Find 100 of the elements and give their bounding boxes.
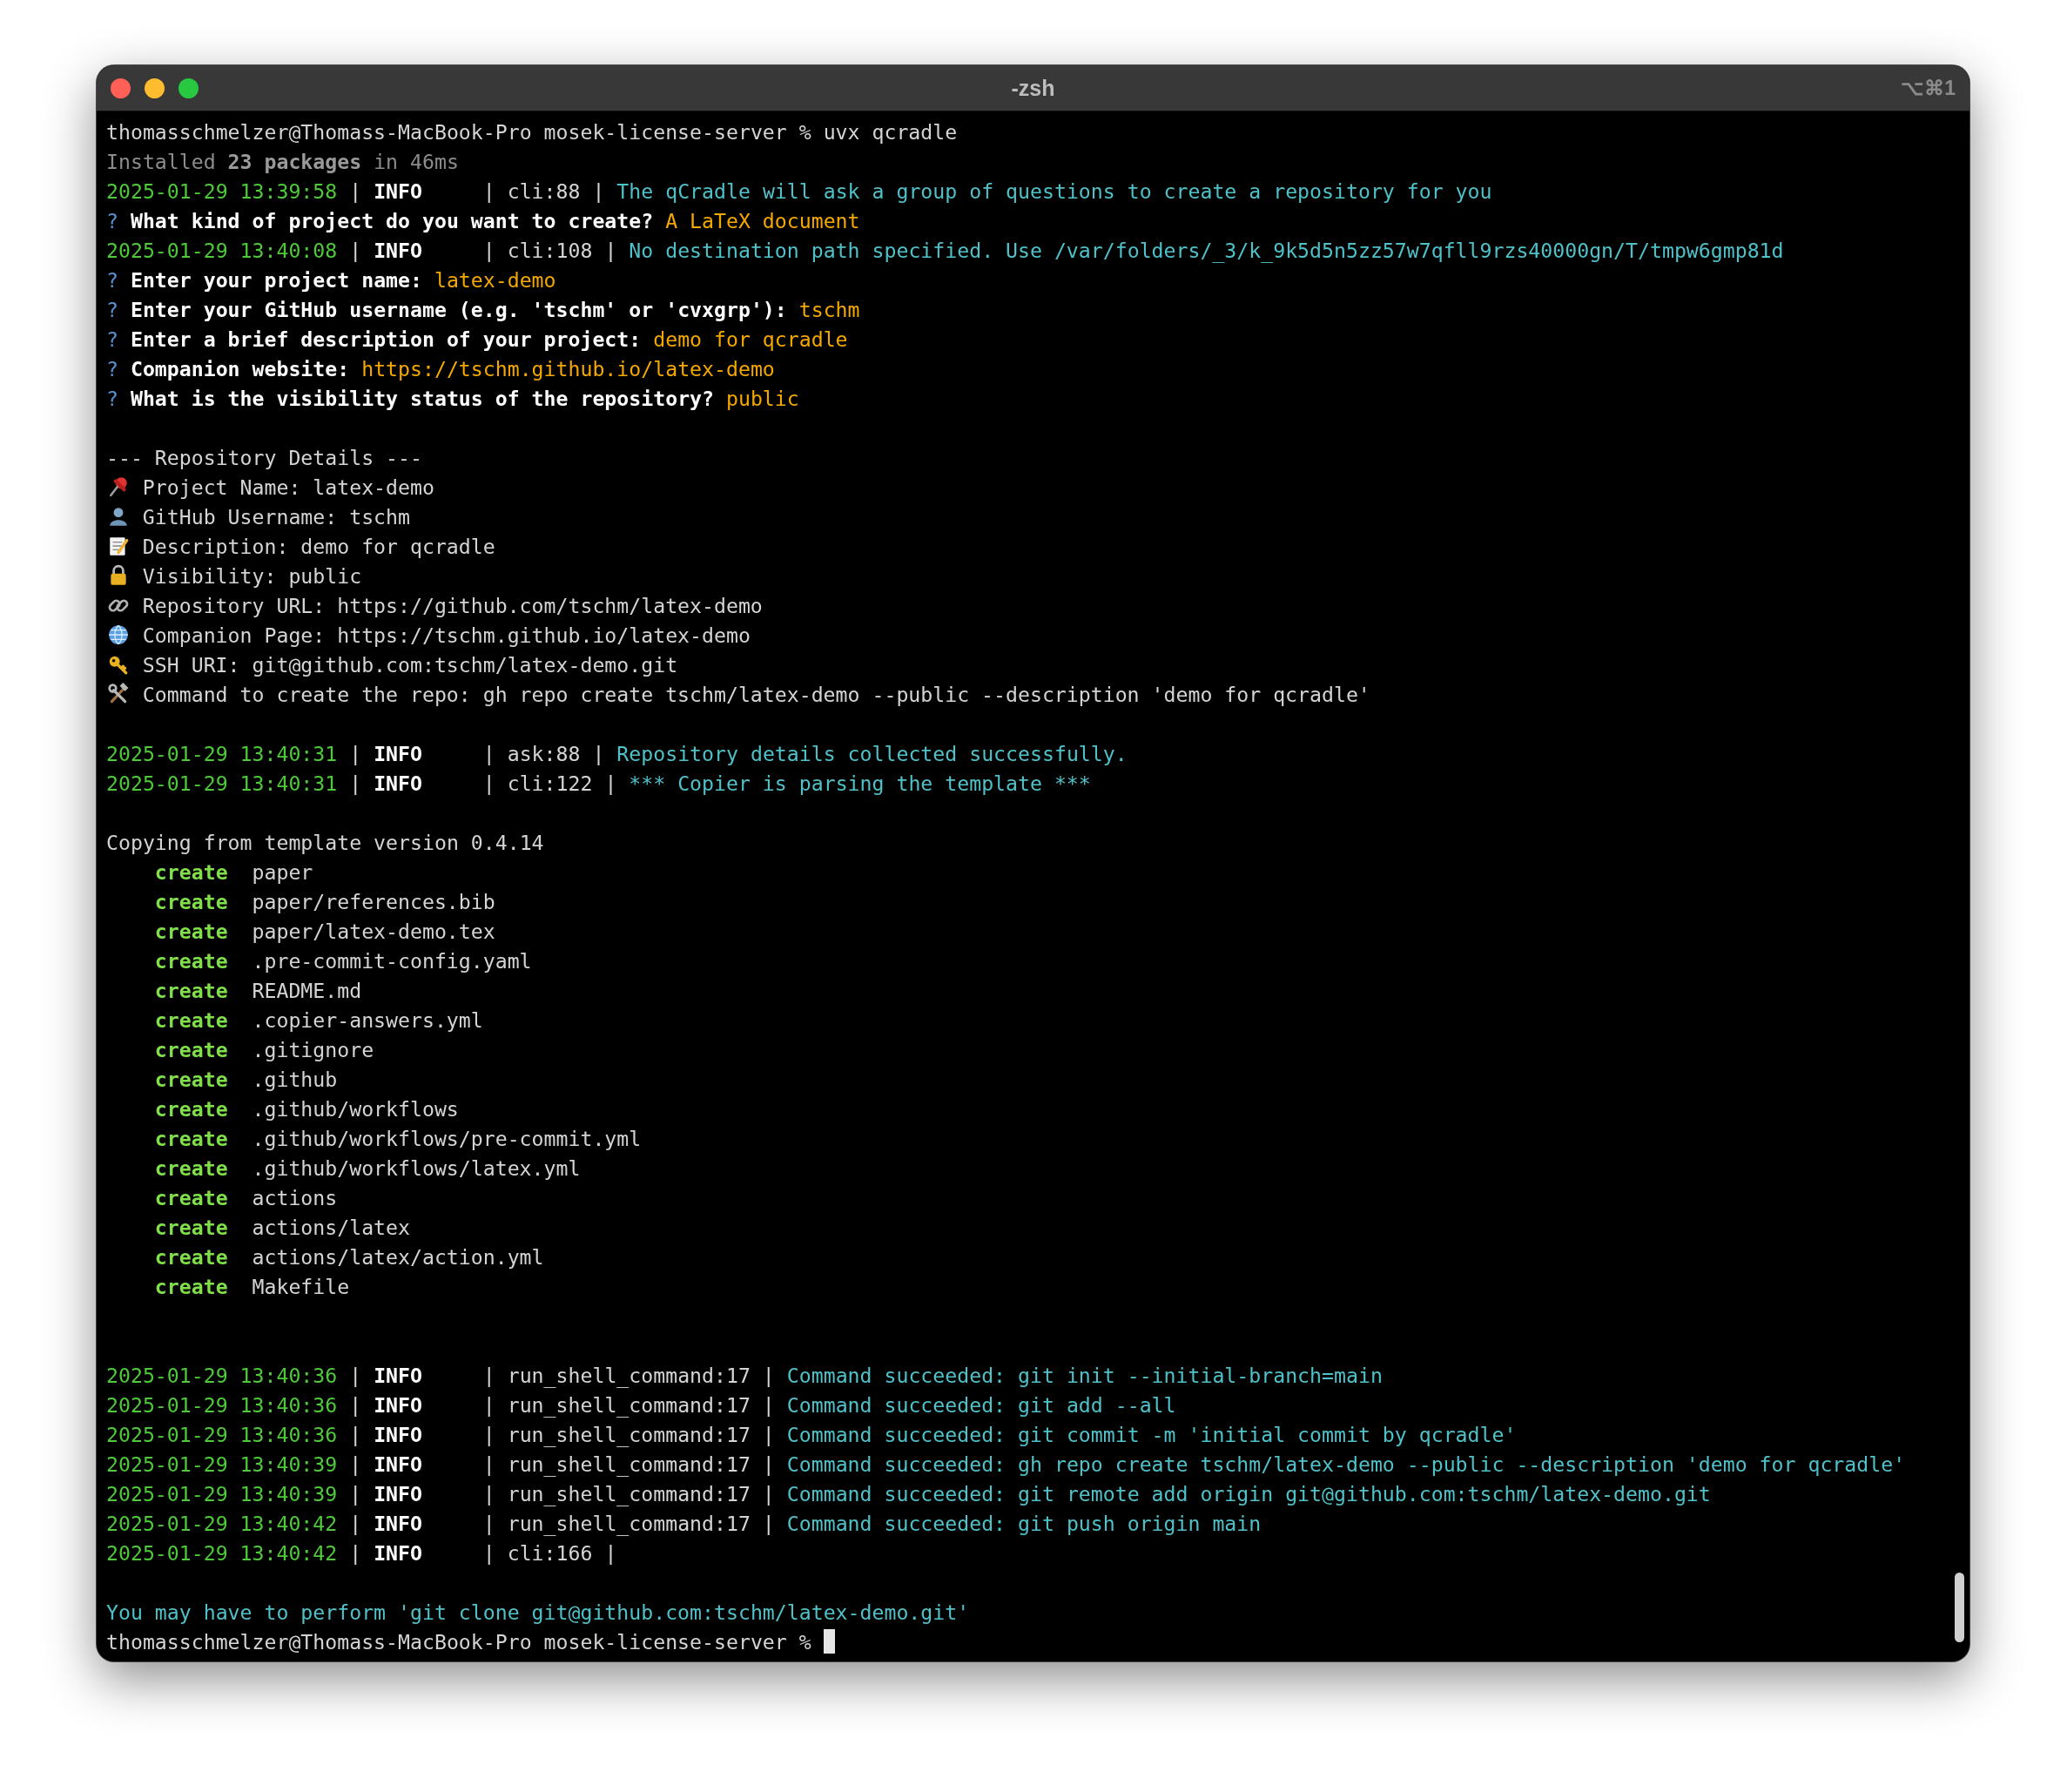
terminal-text: | run_shell_command:17 | — [481, 1392, 776, 1417]
terminal-text: Description: demo for qcradle — [142, 534, 495, 558]
globe-icon — [106, 623, 130, 646]
file-path: actions/latex — [252, 1215, 410, 1239]
terminal-text: Copying from template version 0.4.14 — [106, 830, 544, 854]
prompt-marker: ? — [106, 327, 118, 351]
file-path: .copier-answers.yml — [252, 1007, 483, 1032]
log-timestamp: 2025-01-29 13:40:36 — [106, 1422, 338, 1446]
tools-icon — [106, 683, 130, 705]
prompt-question: What kind of project do you want to create? — [129, 208, 655, 232]
terminal-text: | run_shell_command:17 | — [481, 1511, 776, 1535]
prompt-question: Companion website: — [129, 356, 351, 381]
create-label: create — [154, 1185, 228, 1209]
prompt-question: What is the visibility status of the repository? — [129, 386, 715, 410]
log-level: INFO — [374, 1511, 422, 1535]
terminal-text: | — [348, 1511, 363, 1535]
terminal-text: GitHub Username: tschm — [142, 504, 410, 529]
terminal-text: | — [348, 179, 363, 203]
prompt-marker: ? — [106, 356, 118, 381]
create-label: create — [154, 1215, 228, 1239]
terminal-text: | run_shell_command:17 | — [481, 1481, 776, 1506]
file-path: paper/references.bib — [252, 889, 495, 913]
create-label: create — [154, 1096, 228, 1121]
zoom-button[interactable] — [178, 77, 199, 98]
log-timestamp: 2025-01-29 13:40:39 — [106, 1452, 338, 1476]
terminal-text: in 46ms — [373, 149, 459, 173]
prompt-marker: ? — [106, 208, 118, 232]
file-path: README.md — [252, 978, 362, 1002]
file-path: actions — [252, 1185, 338, 1209]
terminal-text: | cli:166 | — [481, 1540, 617, 1565]
log-level: INFO — [374, 1481, 422, 1506]
file-path: Makefile — [252, 1274, 350, 1298]
log-message: Command succeeded: gh repo create tschm/latex-demo --public --description 'demo for qcradle' — [786, 1452, 1906, 1476]
log-message: You may have to perform 'git clone git@github.com:tschm/latex-demo.git' — [106, 1600, 970, 1624]
terminal-text: | run_shell_command:17 | — [481, 1422, 776, 1446]
log-message: Command succeeded: git commit -m 'initial commit by qcradle' — [786, 1422, 1517, 1446]
prompt-answer: tschm — [798, 297, 860, 321]
log-timestamp: 2025-01-29 13:40:42 — [106, 1540, 338, 1565]
log-timestamp: 2025-01-29 13:40:08 — [106, 238, 338, 262]
terminal-text: SSH URI: git@github.com:tschm/latex-demo.git — [142, 652, 678, 677]
close-button[interactable] — [111, 77, 131, 98]
prompt-question: Enter your project name: — [129, 267, 423, 292]
log-level: INFO — [374, 771, 422, 795]
log-level: INFO — [374, 1540, 422, 1565]
terminal-text: | cli:122 | — [481, 771, 618, 795]
terminal-text: | — [348, 238, 363, 262]
terminal-text: | — [348, 1392, 363, 1417]
log-level: INFO — [374, 1392, 422, 1417]
create-label: create — [154, 1037, 228, 1061]
create-label: create — [154, 889, 228, 913]
log-message: Command succeeded: git remote add origin git@github.com:tschm/latex-demo.git — [786, 1481, 1711, 1506]
log-timestamp: 2025-01-29 13:40:36 — [106, 1392, 338, 1417]
create-label: create — [154, 1067, 228, 1091]
terminal-text: | run_shell_command:17 | — [481, 1452, 776, 1476]
terminal-text: | cli:88 | — [481, 179, 606, 203]
scrollbar-thumb[interactable] — [1955, 1573, 1964, 1642]
terminal-text: | — [348, 1481, 363, 1506]
terminal-text: --- Repository Details --- — [106, 445, 422, 469]
log-timestamp: 2025-01-29 13:40:42 — [106, 1511, 338, 1535]
terminal-text: 23 packages — [227, 149, 362, 173]
log-message: Command succeeded: git init --initial-branch=main — [786, 1363, 1383, 1387]
file-path: actions/latex/action.yml — [252, 1244, 544, 1269]
log-timestamp: 2025-01-29 13:40:36 — [106, 1363, 338, 1387]
log-timestamp: 2025-01-29 13:39:58 — [106, 179, 338, 203]
prompt-question: Enter your GitHub username (e.g. 'tschm' or 'cvxgrp'): — [129, 297, 788, 321]
create-label: create — [154, 1126, 228, 1150]
create-label: create — [154, 978, 228, 1002]
prompt-answer: demo for qcradle — [653, 327, 848, 351]
prompt-answer: latex-demo — [434, 267, 556, 292]
prompt-answer: https://tschm.github.io/latex-demo — [361, 356, 775, 381]
create-label: create — [154, 1244, 228, 1269]
log-message: Command succeeded: git add --all — [786, 1392, 1176, 1417]
file-path: .github — [252, 1067, 338, 1091]
terminal-text: | — [348, 741, 363, 765]
log-timestamp: 2025-01-29 13:40:39 — [106, 1481, 338, 1506]
prompt-marker: ? — [106, 297, 118, 321]
terminal-text: | ask:88 | — [481, 741, 606, 765]
log-level: INFO — [374, 1422, 422, 1446]
log-message: Repository details collected successfully. — [616, 741, 1128, 765]
terminal-text: | — [348, 771, 363, 795]
terminal-text: Visibility: public — [142, 563, 362, 588]
log-timestamp: 2025-01-29 13:40:31 — [106, 771, 338, 795]
terminal-text: Command to create the repo: gh repo create tschm/latex-demo --public --description 'demo for qcradle' — [142, 682, 1370, 706]
log-level: INFO — [374, 741, 422, 765]
log-level: INFO — [374, 1452, 422, 1476]
log-message: No destination path specified. Use /var/folders/_3/k_9k5d5n5zz57w7qfll9rzs40000gn/T/tmpw6gmp81d — [629, 238, 1784, 262]
terminal-text: | — [348, 1540, 363, 1565]
log-message: Command succeeded: git push origin main — [786, 1511, 1262, 1535]
create-label: create — [154, 1007, 228, 1032]
terminal-text: thomasschmelzer@Thomass-MacBook-Pro mosek-license-server % — [106, 1629, 811, 1654]
file-path: .gitignore — [252, 1037, 374, 1061]
prompt-marker: ? — [106, 386, 118, 410]
log-level: INFO — [374, 179, 422, 203]
create-label: create — [154, 919, 228, 943]
create-label: create — [154, 1155, 228, 1180]
prompt-answer: public — [726, 386, 799, 410]
minimize-button[interactable] — [145, 77, 165, 98]
keyboard-shortcut: ⌥⌘1 — [1901, 76, 1956, 100]
log-message: *** Copier is parsing the template *** — [629, 771, 1091, 795]
terminal-text: | — [348, 1452, 363, 1476]
